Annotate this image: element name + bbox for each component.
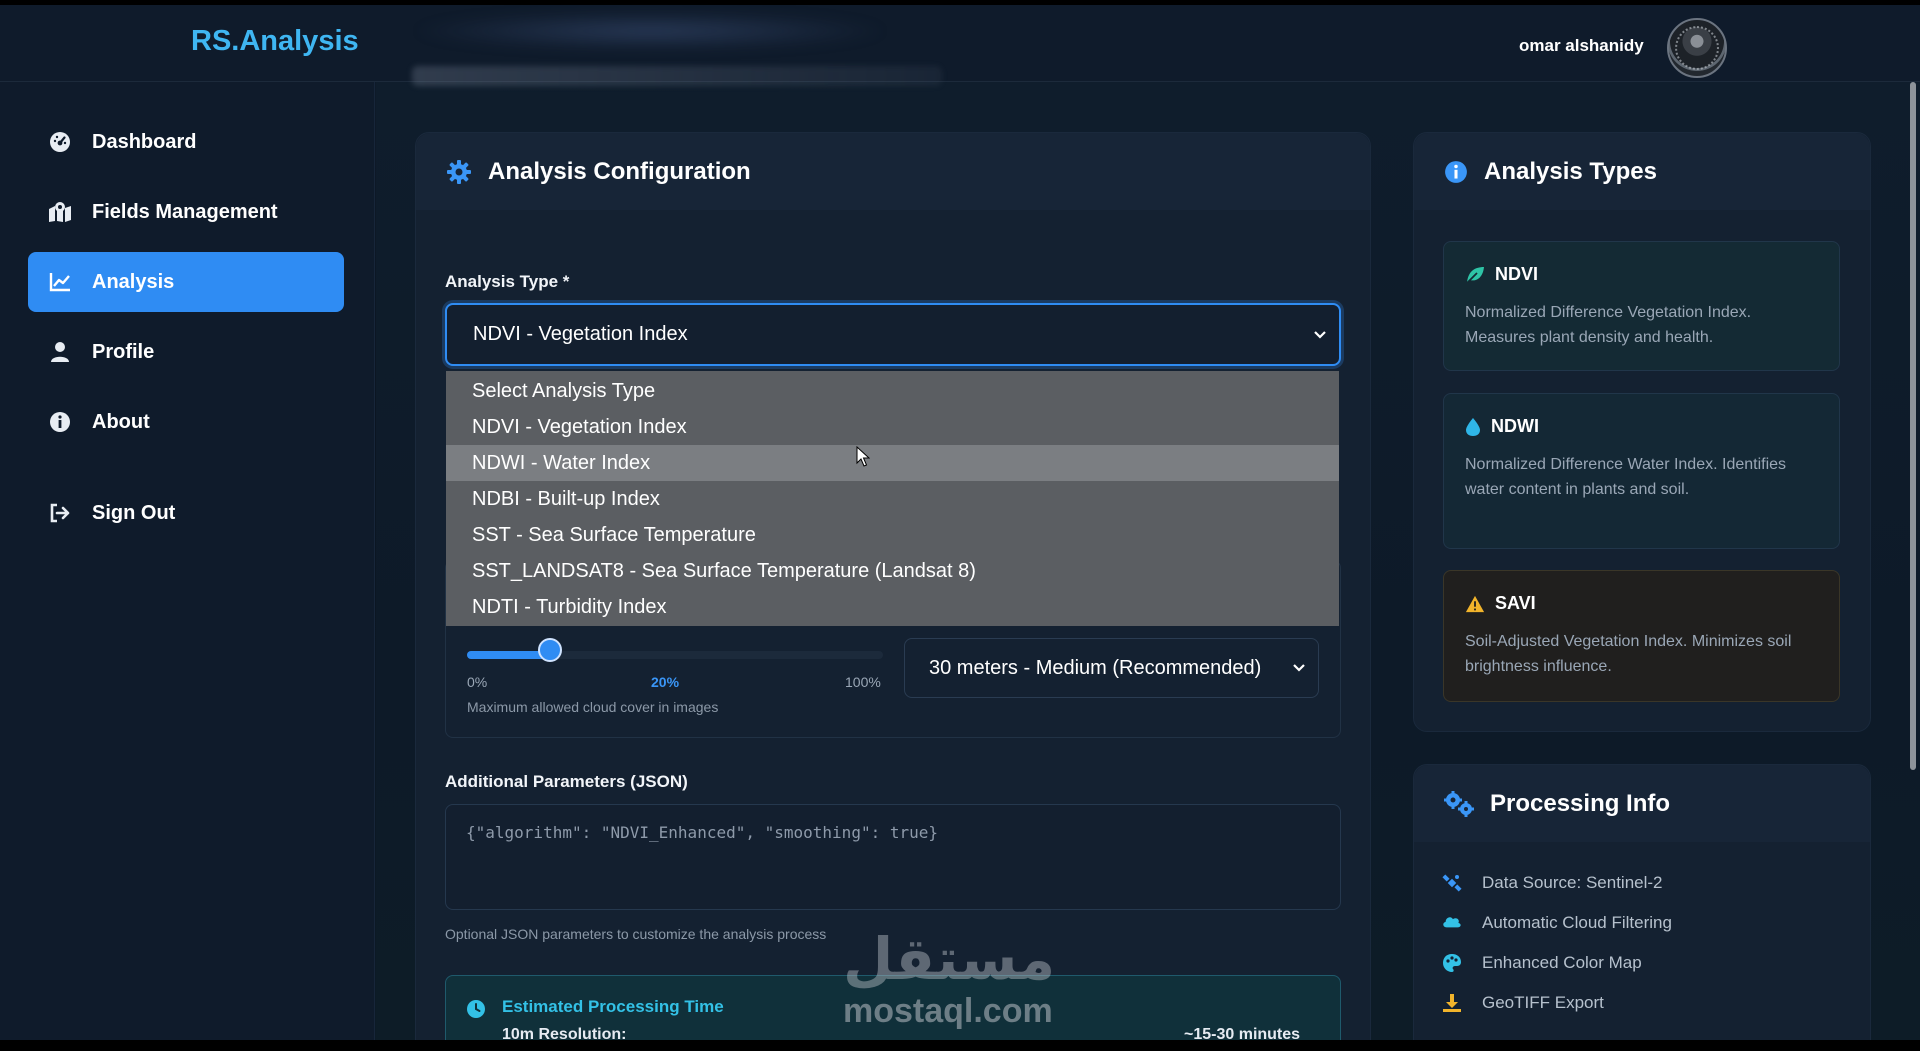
satellite-icon [1442, 873, 1462, 893]
additional-parameters-label: Additional Parameters (JSON) [445, 772, 688, 791]
sidebar-item-label: Analysis [92, 270, 175, 293]
processing-item-color-map: Enhanced Color Map [1442, 953, 1642, 973]
type-description: Normalized Difference Water Index. Ident… [1465, 456, 1787, 498]
type-description: Soil-Adjusted Vegetation Index. Minimize… [1465, 633, 1792, 675]
watermark-arabic: مستقل [843, 925, 1056, 993]
estimated-processing-title: Estimated Processing Time [502, 997, 724, 1016]
cloud-helper-text: Maximum allowed cloud cover in images [467, 699, 719, 715]
sidebar-item-dashboard[interactable]: Dashboard [28, 112, 344, 172]
app-screen: RS.Analysis omar alshanidy Dashboard Fie… [0, 0, 1920, 1051]
processing-item-data-source: Data Source: Sentinel-2 [1442, 873, 1663, 893]
blurred-page-subtitle [412, 66, 942, 86]
sidebar-item-analysis[interactable]: Analysis [28, 252, 344, 312]
analysis-type-selected-value: NDVI - Vegetation Index [473, 323, 688, 345]
type-card-ndvi: NDVI Normalized Difference Vegetation In… [1443, 241, 1840, 371]
resolution-select[interactable]: 30 meters - Medium (Recommended) [904, 638, 1319, 698]
clock-icon [467, 1000, 485, 1018]
blurred-page-title [410, 11, 890, 51]
download-icon [1442, 993, 1462, 1013]
dropdown-option[interactable]: NDTI - Turbidity Index [446, 589, 1339, 625]
cloud-icon [1442, 913, 1462, 933]
cloud-max-label: 100% [845, 674, 881, 690]
resolution-selected-value: 30 meters - Medium (Recommended) [929, 656, 1262, 679]
palette-icon [1442, 953, 1462, 973]
sidebar-item-about[interactable]: About [28, 392, 344, 452]
analysis-type-select[interactable]: NDVI - Vegetation Index [445, 303, 1341, 366]
processing-info-header: Processing Info [1414, 765, 1870, 842]
bottom-edge [0, 1040, 1920, 1051]
json-parameters-textarea[interactable]: {"algorithm": "NDVI_Enhanced", "smoothin… [445, 804, 1341, 910]
watermark-latin: mostaql.com [843, 992, 1053, 1030]
type-card-ndwi: NDWI Normalized Difference Water Index. … [1443, 393, 1840, 549]
sidebar-item-sign-out[interactable]: Sign Out [28, 483, 344, 543]
info-circle-icon [1444, 160, 1468, 184]
processing-item-label: Data Source: Sentinel-2 [1482, 873, 1663, 892]
analysis-type-dropdown-list: Select Analysis Type NDVI - Vegetation I… [446, 371, 1339, 626]
processing-info-title: Processing Info [1490, 789, 1671, 817]
dropdown-option-hovered[interactable]: NDWI - Water Index [446, 445, 1339, 481]
chevron-down-icon [1292, 661, 1306, 675]
sidebar-item-label: Dashboard [92, 130, 197, 153]
type-name: SAVI [1495, 593, 1536, 613]
user-name[interactable]: omar alshanidy [1519, 36, 1644, 56]
sidebar-item-label: Profile [92, 340, 155, 363]
type-card-savi: SAVI Soil-Adjusted Vegetation Index. Min… [1443, 570, 1840, 702]
sidebar: Dashboard Fields Management Analysis Pro… [0, 82, 375, 1051]
analysis-type-label: Analysis Type * [445, 272, 570, 291]
leaf-icon [1465, 265, 1485, 285]
sidebar-item-label: Sign Out [92, 501, 176, 524]
processing-item-geotiff-export: GeoTIFF Export [1442, 993, 1604, 1013]
water-drop-icon [1465, 417, 1481, 437]
page-scrollbar[interactable] [1910, 82, 1916, 770]
analysis-configuration-header: Analysis Configuration [416, 133, 1370, 210]
gears-icon [1444, 790, 1474, 817]
cloud-min-label: 0% [467, 674, 488, 690]
info-circle-icon [48, 410, 72, 434]
type-title-ndwi: NDWI [1465, 416, 1539, 437]
processing-item-cloud-filtering: Automatic Cloud Filtering [1442, 913, 1672, 933]
processing-item-label: Automatic Cloud Filtering [1482, 913, 1672, 932]
type-title-savi: SAVI [1465, 593, 1536, 614]
type-name: NDWI [1491, 416, 1539, 436]
analysis-types-title: Analysis Types [1484, 157, 1657, 185]
type-description: Normalized Difference Vegetation Index. … [1465, 304, 1752, 346]
sidebar-item-profile[interactable]: Profile [28, 322, 344, 382]
warning-icon [1465, 594, 1485, 614]
dropdown-option[interactable]: NDBI - Built-up Index [446, 481, 1339, 517]
avatar[interactable] [1667, 18, 1727, 78]
sidebar-item-label: About [92, 410, 150, 433]
json-parameters-helper: Optional JSON parameters to customize th… [445, 926, 827, 942]
top-navbar: RS.Analysis omar alshanidy [0, 0, 1920, 82]
analysis-types-header: Analysis Types [1414, 133, 1870, 210]
cloud-cover-slider-thumb[interactable] [538, 638, 563, 662]
dropdown-option[interactable]: SST - Sea Surface Temperature [446, 517, 1339, 553]
dashboard-gauge-icon [48, 130, 72, 154]
processing-item-label: GeoTIFF Export [1482, 993, 1604, 1012]
analysis-configuration-title: Analysis Configuration [488, 157, 751, 185]
cloud-current-label: 20% [651, 674, 680, 690]
type-title-ndvi: NDVI [1465, 264, 1538, 285]
type-name: NDVI [1495, 264, 1539, 284]
dropdown-option[interactable]: SST_LANDSAT8 - Sea Surface Temperature (… [446, 553, 1339, 589]
avatar-ring [1675, 26, 1719, 70]
map-marker-icon [48, 200, 72, 224]
sidebar-item-fields-management[interactable]: Fields Management [28, 182, 344, 242]
json-parameters-placeholder: {"algorithm": "NDVI_Enhanced", "smoothin… [466, 823, 939, 842]
dropdown-option[interactable]: Select Analysis Type [446, 373, 1339, 409]
user-icon [48, 340, 72, 364]
processing-item-label: Enhanced Color Map [1482, 953, 1642, 972]
line-chart-icon [48, 270, 72, 294]
mouse-cursor-icon [856, 446, 870, 467]
brand-logo[interactable]: RS.Analysis [191, 25, 359, 58]
gear-icon [446, 159, 472, 185]
dropdown-option[interactable]: NDVI - Vegetation Index [446, 409, 1339, 445]
sidebar-item-label: Fields Management [92, 200, 278, 223]
chevron-down-icon [1314, 330, 1326, 339]
sign-out-icon [48, 501, 72, 525]
